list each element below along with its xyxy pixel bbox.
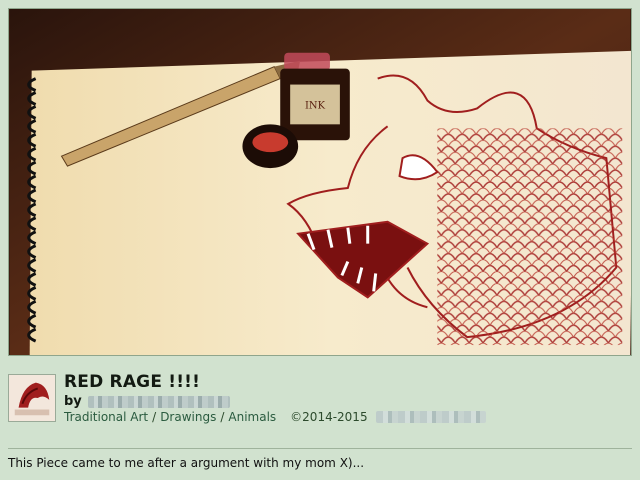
category-separator: / (220, 410, 225, 424)
by-label: by (64, 394, 82, 409)
deviation-title: RED RAGE !!!! (64, 372, 201, 392)
category-drawings[interactable]: Drawings (160, 410, 216, 424)
section-divider (8, 448, 632, 449)
avatar-image (9, 375, 55, 421)
artwork-drawing: INK (9, 9, 631, 355)
copyright-notice: ©2014-2015 (290, 410, 368, 424)
deviation-artwork-image[interactable]: INK (8, 8, 632, 356)
byline: by (64, 394, 230, 409)
ink-cap (242, 124, 299, 169)
category-traditional-art[interactable]: Traditional Art (64, 410, 148, 424)
wolf-fur-pattern (437, 128, 623, 346)
copyright-owner-redacted[interactable] (375, 411, 486, 423)
artist-name-redacted[interactable] (87, 395, 230, 408)
category-animals[interactable]: Animals (228, 410, 276, 424)
category-separator: / (152, 410, 157, 424)
artist-description: This Piece came to me after a argument w… (8, 456, 365, 470)
ink-bottle-label: INK (305, 100, 326, 111)
category-breadcrumb: Traditional Art / Drawings / Animals ©20… (64, 410, 486, 424)
artist-avatar[interactable] (8, 374, 56, 422)
deviation-info: RED RAGE !!!! by Traditional Art / Drawi… (8, 370, 632, 430)
